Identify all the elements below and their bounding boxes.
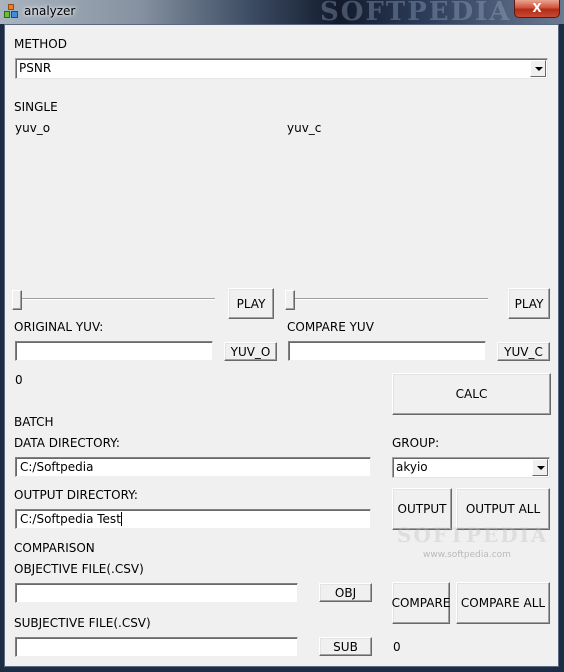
text-caret [120,512,122,526]
compare-frame-slider[interactable] [285,290,488,310]
close-icon: X [532,1,542,15]
original-frame-slider[interactable] [12,290,215,310]
window-title: analyzer [24,4,76,18]
group-select[interactable]: akyio [392,457,550,478]
watermark-title: SOFTPEDIA [320,0,512,27]
method-select[interactable]: PSNR [15,58,548,79]
browse-subjective-button[interactable]: SUB [319,637,372,656]
compare-all-button[interactable]: COMPARE ALL [456,582,550,624]
single-section-label: SINGLE [14,100,58,114]
title-bar[interactable]: analyzer SOFTPEDIA X [0,0,564,27]
subjective-file-label: SUBJECTIVE FILE(.CSV) [14,616,151,630]
browse-original-button[interactable]: YUV_O [224,342,277,361]
output-all-button[interactable]: OUTPUT ALL [456,488,550,530]
output-button[interactable]: OUTPUT [392,488,452,530]
preview-original-label: yuv_o [15,121,51,135]
data-directory-label: DATA DIRECTORY: [14,436,120,450]
batch-section-label: BATCH [14,415,54,429]
browse-compare-button[interactable]: YUV_C [497,342,550,361]
data-directory-input[interactable]: C:/Softpedia [15,457,371,477]
calc-button[interactable]: CALC [392,373,551,415]
method-selected-value: PSNR [19,61,52,75]
main-window: METHOD PSNR SINGLE yuv_o yuv_c PLAY PLAY… [4,24,559,667]
preview-compare-label: yuv_c [287,121,322,135]
single-result-value: 0 [15,373,23,387]
subjective-file-input[interactable] [15,637,298,657]
app-icon [4,4,18,18]
compare-yuv-input[interactable] [288,341,486,361]
play-original-button[interactable]: PLAY [228,288,274,319]
slider-thumb[interactable] [285,290,295,310]
compare-yuv-label: COMPARE YUV [287,320,374,334]
slider-thumb[interactable] [12,290,22,310]
output-directory-label: OUTPUT DIRECTORY: [14,488,138,502]
objective-file-label: OBJECTIVE FILE(.CSV) [14,562,144,576]
watermark-url: www.softpedia.com [423,550,511,560]
play-compare-button[interactable]: PLAY [508,288,550,319]
original-yuv-input[interactable] [15,341,213,361]
slider-track [12,298,215,300]
output-directory-input[interactable]: C:/Softpedia Test [15,509,371,529]
slider-track [285,298,488,300]
group-selected-value: akyio [396,460,428,474]
close-button[interactable]: X [514,0,560,18]
output-directory-value: C:/Softpedia Test [20,512,121,526]
method-label: METHOD [14,37,67,51]
group-label: GROUP: [392,436,440,450]
chevron-down-icon[interactable] [530,60,546,77]
compare-button[interactable]: COMPARE [392,582,450,624]
objective-file-input[interactable] [15,583,298,603]
comparison-section-label: COMPARISON [14,541,95,555]
original-yuv-label: ORIGINAL YUV: [14,320,104,334]
browse-objective-button[interactable]: OBJ [319,583,372,602]
chevron-down-icon[interactable] [532,459,548,476]
comparison-result-value: 0 [393,640,401,654]
